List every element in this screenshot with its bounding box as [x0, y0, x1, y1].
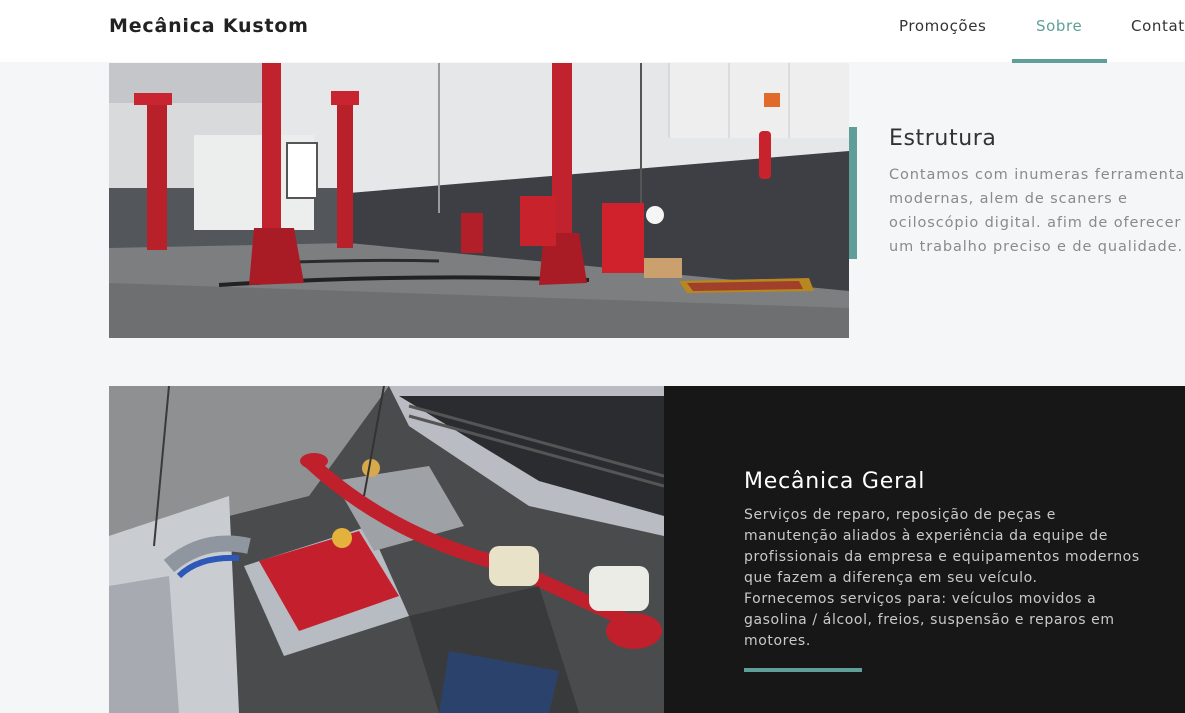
- section-paragraph-1: Serviços de reparo, reposição de peças e…: [744, 507, 1140, 586]
- section-title-estrutura: Estrutura: [889, 126, 997, 151]
- section-accent-bar: [849, 127, 857, 259]
- nav-item-sobre[interactable]: Sobre: [1036, 17, 1082, 35]
- section-title-mecanica-geral: Mecânica Geral: [744, 469, 926, 494]
- garage-image: [109, 63, 849, 338]
- nav-item-promocoes[interactable]: Promoções: [899, 17, 986, 35]
- brand-logo[interactable]: Mecânica Kustom: [109, 15, 309, 37]
- section-text-mecanica-geral: Serviços de reparo, reposição de peças e…: [744, 505, 1149, 652]
- mecanica-geral-panel: Mecânica Geral Serviços de reparo, repos…: [664, 386, 1185, 713]
- engine-image: [109, 386, 664, 713]
- section-text-estrutura: Contamos com inumeras ferramentas modern…: [889, 167, 1185, 255]
- section-paragraph-2: Fornecemos serviços para: veículos movid…: [744, 591, 1115, 649]
- site-header: Mecânica Kustom Promoções Sobre Contat: [0, 0, 1185, 63]
- section-accent-line: [744, 668, 862, 672]
- nav-item-contato[interactable]: Contat: [1131, 17, 1185, 35]
- nav-active-indicator: [1012, 59, 1107, 63]
